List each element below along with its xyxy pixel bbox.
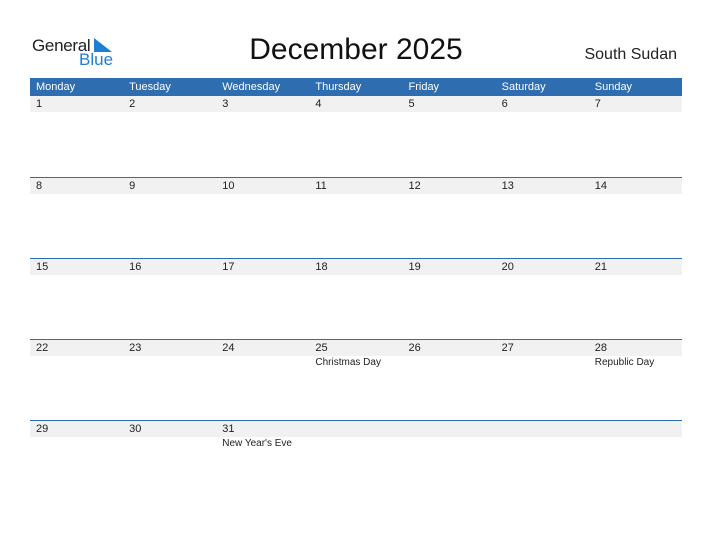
day-number: 27 [501,342,514,354]
holiday-label [403,356,496,369]
holiday-label [496,356,589,369]
day-number: 30 [129,423,142,435]
day-number: 22 [36,342,49,354]
weekday-saturday: Saturday [501,81,546,93]
day-number: 4 [315,98,322,110]
event-row: Christmas Day Republic Day [30,356,682,369]
day-number: 21 [594,261,607,273]
holiday-label: Christmas Day [315,357,381,368]
day-number: 26 [408,342,421,354]
weekday-monday: Monday [36,81,76,93]
holiday-label [309,437,402,450]
day-number: 5 [408,98,415,110]
day-number: 24 [222,342,235,354]
day-number-row: 29 30 31 [30,421,682,437]
day-number: 25 [315,342,328,354]
country-label: South Sudan [584,46,677,63]
holiday-label [403,437,496,450]
week-row: 8 9 10 11 12 13 14 [30,177,682,258]
weekday-friday: Friday [408,81,440,93]
day-number: 23 [129,342,142,354]
day-number [403,421,496,437]
day-number-row: 15 16 17 18 19 20 21 [30,259,682,275]
day-number: 1 [36,98,43,110]
day-number: 17 [222,261,235,273]
holiday-label [216,356,309,369]
week-row: 22 23 24 25 26 27 28 Christmas Day Republic Day [30,339,682,420]
week-row: 1 2 3 4 5 6 7 [30,96,682,177]
holiday-label [30,437,123,450]
event-row: New Year's Eve [30,437,682,450]
weeks-container: 1 2 3 4 5 6 7 8 9 10 11 12 13 14 15 16 17 18 19 20 21 22 23 24 2… [30,96,682,501]
day-number: 29 [36,423,49,435]
day-number: 20 [501,261,514,273]
day-number [496,421,589,437]
day-number: 9 [129,180,136,192]
week-row: 29 30 31 New Year's Eve [30,420,682,501]
weekday-wednesday: Wednesday [222,81,281,93]
day-number: 2 [129,98,136,110]
day-number [589,421,682,437]
day-number: 15 [36,261,49,273]
weekday-header: Monday Tuesday Wednesday Thursday Friday… [30,78,682,96]
day-number: 6 [501,98,508,110]
day-number [309,421,402,437]
day-number: 13 [501,180,514,192]
day-number: 3 [222,98,229,110]
day-number: 11 [315,180,327,192]
day-number: 18 [315,261,328,273]
calendar-grid: Monday Tuesday Wednesday Thursday Friday… [30,78,682,501]
weekday-thursday: Thursday [315,81,362,93]
day-number: 16 [129,261,142,273]
holiday-label [496,437,589,450]
day-number: 10 [222,180,235,192]
day-number-row: 1 2 3 4 5 6 7 [30,96,682,112]
weekday-tuesday: Tuesday [129,81,171,93]
holiday-label: Republic Day [594,357,655,368]
day-number: 7 [594,98,601,110]
day-number: 19 [408,261,421,273]
holiday-label [123,356,216,369]
holiday-label: New Year's Eve [222,438,292,449]
day-number: 14 [594,180,607,192]
day-number: 31 [222,423,235,435]
holiday-label [589,437,682,450]
holiday-label [30,356,123,369]
week-row: 15 16 17 18 19 20 21 [30,258,682,339]
day-number: 12 [408,180,421,192]
day-number-row: 8 9 10 11 12 13 14 [30,178,682,194]
holiday-label [123,437,216,450]
day-number: 28 [594,342,607,354]
weekday-sunday: Sunday [594,81,633,93]
day-number-row: 22 23 24 25 26 27 28 [30,340,682,356]
day-number: 8 [36,180,43,192]
